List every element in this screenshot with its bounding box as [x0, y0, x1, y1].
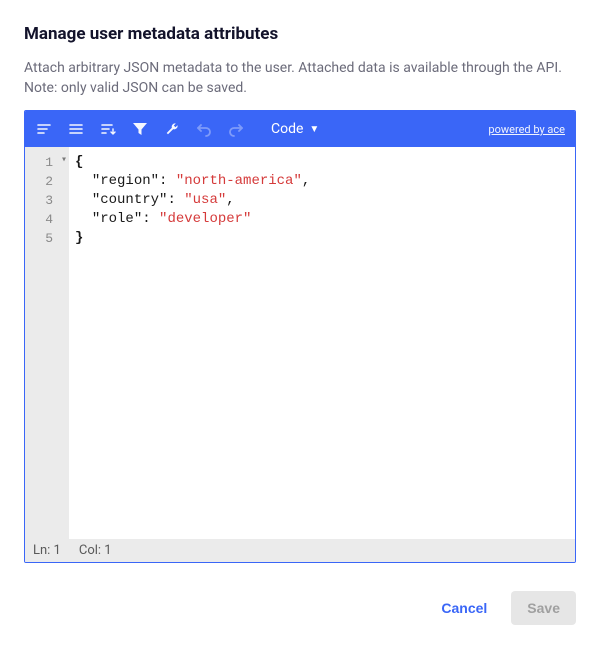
- line-number: 3: [25, 191, 65, 210]
- status-line: Ln: 1: [33, 543, 61, 558]
- repair-icon[interactable]: [163, 120, 181, 138]
- expand-all-icon[interactable]: [35, 120, 53, 138]
- line-number: 4: [25, 210, 65, 229]
- page-description: Attach arbitrary JSON metadata to the us…: [24, 58, 576, 78]
- collapse-all-icon[interactable]: [67, 120, 85, 138]
- line-number: 2: [25, 172, 65, 191]
- editor-statusbar: Ln: 1 Col: 1: [25, 539, 575, 562]
- page-title: Manage user metadata attributes: [24, 24, 576, 44]
- redo-icon[interactable]: [227, 120, 245, 138]
- line-number: 5: [25, 229, 65, 248]
- chevron-down-icon: ▼: [309, 124, 319, 135]
- status-col: Col: 1: [79, 543, 112, 558]
- save-button[interactable]: Save: [511, 591, 576, 625]
- code-area: ▾ 1 2 3 4 5 { "region": "north-america",…: [25, 147, 575, 539]
- code-content[interactable]: { "region": "north-america", "country": …: [69, 147, 575, 539]
- filter-icon[interactable]: [131, 120, 149, 138]
- mode-dropdown[interactable]: Code ▼: [271, 121, 319, 137]
- editor-toolbar: Code ▼ powered by ace: [25, 111, 575, 147]
- undo-icon[interactable]: [195, 120, 213, 138]
- page-note: Note: only valid JSON can be saved.: [24, 80, 576, 96]
- dialog-footer: Cancel Save: [24, 591, 576, 625]
- powered-by-link[interactable]: powered by ace: [488, 123, 565, 136]
- json-editor: Code ▼ powered by ace ▾ 1 2 3 4 5 { "reg…: [24, 110, 576, 563]
- cancel-button[interactable]: Cancel: [431, 592, 497, 624]
- line-gutter: ▾ 1 2 3 4 5: [25, 147, 69, 539]
- sort-icon[interactable]: [99, 120, 117, 138]
- mode-dropdown-label: Code: [271, 121, 303, 137]
- fold-toggle-icon[interactable]: ▾: [59, 154, 69, 166]
